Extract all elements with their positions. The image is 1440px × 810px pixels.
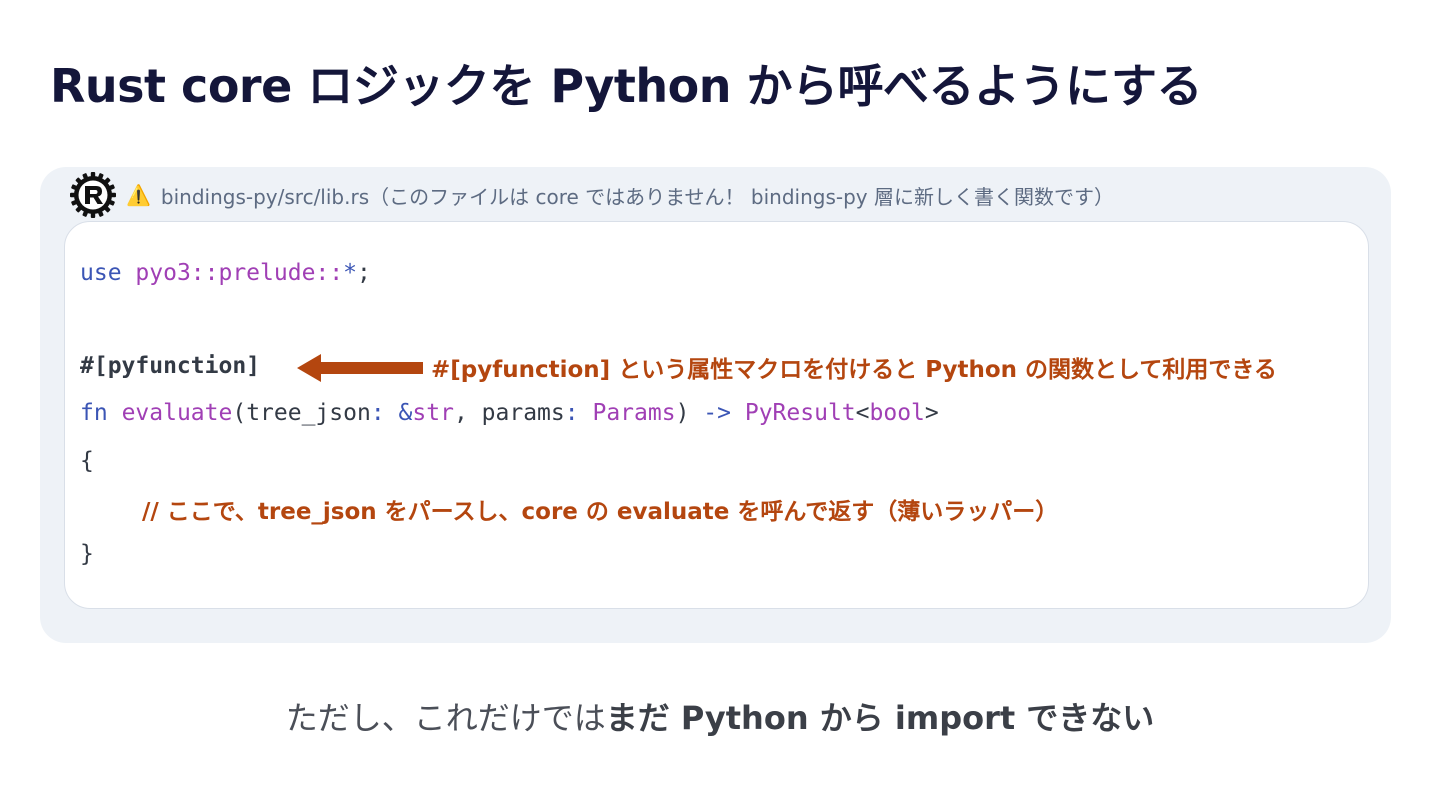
param-tree-json: tree_json: [246, 400, 371, 426]
footer-bold-text: まだ Python から import できない: [605, 699, 1155, 737]
paren-open: (: [232, 400, 247, 426]
annotation-text: #[pyfunction] という属性マクロを付けると Python の関数とし…: [431, 357, 1277, 383]
type-params: Params: [592, 400, 676, 426]
slide-title: Rust core ロジックを Python から呼べるようにする: [50, 59, 1202, 113]
type-str: str: [412, 400, 454, 426]
ref-amp: &: [398, 400, 413, 426]
footer-normal-text: ただし、これだけでは: [285, 699, 606, 737]
footer-note: ただし、これだけではまだ Python から import できない: [0, 693, 1440, 739]
code-line-fn-signature: fn evaluate(tree_json: &str, params: Par…: [80, 400, 939, 426]
param-params: params: [481, 400, 565, 426]
keyword-fn: fn: [80, 400, 108, 426]
code-comment: // ここで、tree_json をパースし、core の evaluate を…: [142, 499, 1059, 525]
paren-close: ): [675, 400, 690, 426]
colon: :: [564, 400, 579, 426]
rust-logo-icon: [70, 172, 116, 218]
glob-star: *: [343, 260, 357, 286]
colon: :: [370, 400, 385, 426]
comma: ,: [453, 400, 468, 426]
code-line-close-brace: }: [80, 541, 94, 567]
keyword-use: use: [80, 260, 122, 286]
file-path-label: bindings-py/src/lib.rs（このファイルは core ではあり…: [160, 184, 1114, 209]
return-arrow: ->: [703, 400, 731, 426]
code-line-open-brace: {: [80, 448, 94, 474]
return-inner-type: bool: [869, 400, 925, 426]
code-panel: ⚠️ bindings-py/src/lib.rs（このファイルは core で…: [40, 167, 1391, 643]
code-line-attribute: #[pyfunction]: [80, 353, 261, 379]
semicolon: ;: [356, 260, 371, 286]
generic-open: <: [855, 400, 870, 426]
code-line-use: use pyo3::prelude::*;: [80, 260, 371, 286]
module-path: pyo3::prelude::: [135, 260, 344, 286]
arrow-left-icon: [297, 354, 423, 382]
file-header: ⚠️ bindings-py/src/lib.rs（このファイルは core で…: [70, 172, 1114, 218]
code-block: use pyo3::prelude::*; #[pyfunction] #[py…: [64, 221, 1369, 609]
generic-close: >: [924, 400, 939, 426]
function-name: evaluate: [121, 400, 233, 426]
return-type: PyResult: [744, 400, 856, 426]
warning-icon: ⚠️: [126, 183, 151, 207]
